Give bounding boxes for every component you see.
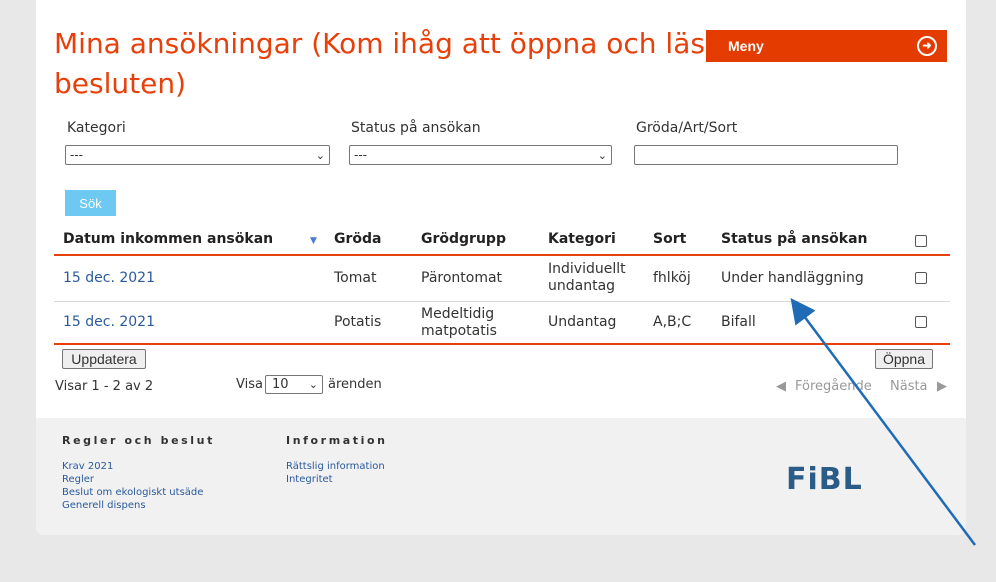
annotation-arrow [790, 297, 977, 546]
